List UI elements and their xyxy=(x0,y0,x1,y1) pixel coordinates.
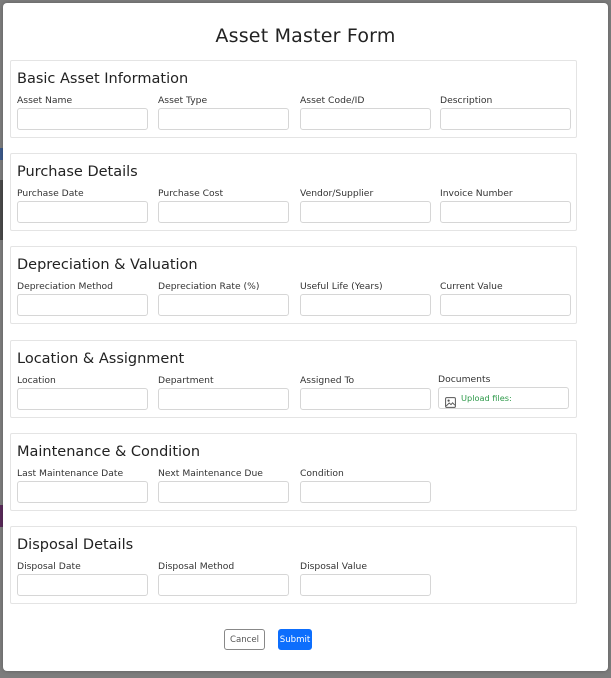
field-label: Last Maintenance Date xyxy=(17,468,124,479)
upload-files-label: Upload files: xyxy=(461,393,512,403)
section-basic-asset-information: Basic Asset Information Asset Name Asset… xyxy=(10,60,577,138)
field-label: Description xyxy=(440,95,493,106)
field-label: Current Value xyxy=(440,281,503,292)
field-documents: Documents Upload files: xyxy=(438,374,572,409)
asset-type-input[interactable] xyxy=(158,108,289,130)
modal-title: Asset Master Form xyxy=(215,25,396,47)
field-next-maintenance-due: Next Maintenance Due xyxy=(158,468,290,503)
field-invoice-number: Invoice Number xyxy=(440,188,572,223)
field-label: Location xyxy=(17,375,56,386)
depreciation-rate-input[interactable] xyxy=(158,294,289,316)
submit-button[interactable]: Submit xyxy=(278,629,312,650)
section-depreciation-valuation: Depreciation & Valuation Depreciation Me… xyxy=(10,246,577,324)
field-label: Useful Life (Years) xyxy=(300,281,383,292)
field-label: Invoice Number xyxy=(440,188,513,199)
depreciation-method-input[interactable] xyxy=(17,294,148,316)
field-label: Next Maintenance Due xyxy=(158,468,263,479)
field-asset-name: Asset Name xyxy=(17,95,149,130)
field-label: Disposal Method xyxy=(158,561,235,572)
condition-input[interactable] xyxy=(300,481,431,503)
asset-code-input[interactable] xyxy=(300,108,431,130)
field-label: Asset Code/ID xyxy=(300,95,365,106)
section-disposal-details: Disposal Details Disposal Date Disposal … xyxy=(10,526,577,604)
field-vendor-supplier: Vendor/Supplier xyxy=(300,188,432,223)
field-department: Department xyxy=(158,375,290,410)
cancel-button[interactable]: Cancel xyxy=(224,629,265,650)
field-label: Condition xyxy=(300,468,344,479)
field-purchase-date: Purchase Date xyxy=(17,188,149,223)
useful-life-input[interactable] xyxy=(300,294,431,316)
section-title: Depreciation & Valuation xyxy=(17,257,198,273)
field-useful-life: Useful Life (Years) xyxy=(300,281,432,316)
field-label: Asset Name xyxy=(17,95,73,106)
disposal-value-input[interactable] xyxy=(300,574,431,596)
section-maintenance-condition: Maintenance & Condition Last Maintenance… xyxy=(10,433,577,511)
image-icon xyxy=(445,393,456,408)
department-input[interactable] xyxy=(158,388,289,410)
field-description: Description xyxy=(440,95,572,130)
field-depreciation-rate: Depreciation Rate (%) xyxy=(158,281,290,316)
field-label: Purchase Date xyxy=(17,188,84,199)
last-maintenance-date-input[interactable] xyxy=(17,481,148,503)
section-title: Disposal Details xyxy=(17,537,134,553)
section-title: Maintenance & Condition xyxy=(17,444,201,460)
field-label: Vendor/Supplier xyxy=(300,188,374,199)
field-disposal-method: Disposal Method xyxy=(158,561,290,596)
field-label: Documents xyxy=(438,374,491,385)
assigned-to-input[interactable] xyxy=(300,388,431,410)
field-label: Disposal Value xyxy=(300,561,367,572)
location-input[interactable] xyxy=(17,388,148,410)
field-label: Assigned To xyxy=(300,375,355,386)
disposal-date-input[interactable] xyxy=(17,574,148,596)
invoice-number-input[interactable] xyxy=(440,201,571,223)
field-label: Purchase Cost xyxy=(158,188,224,199)
field-asset-type: Asset Type xyxy=(158,95,290,130)
field-depreciation-method: Depreciation Method xyxy=(17,281,149,316)
asset-name-input[interactable] xyxy=(17,108,148,130)
section-purchase-details: Purchase Details Purchase Date Purchase … xyxy=(10,153,577,231)
asset-master-modal: Asset Master Form Basic Asset Informatio… xyxy=(3,3,608,671)
purchase-date-input[interactable] xyxy=(17,201,148,223)
field-current-value: Current Value xyxy=(440,281,572,316)
field-label: Asset Type xyxy=(158,95,208,106)
current-value-input[interactable] xyxy=(440,294,571,316)
section-title: Purchase Details xyxy=(17,164,138,180)
field-asset-code: Asset Code/ID xyxy=(300,95,432,130)
field-condition: Condition xyxy=(300,468,432,503)
field-label: Depreciation Method xyxy=(17,281,113,292)
vendor-supplier-input[interactable] xyxy=(300,201,431,223)
field-label: Depreciation Rate (%) xyxy=(158,281,260,292)
field-last-maintenance-date: Last Maintenance Date xyxy=(17,468,149,503)
field-disposal-value: Disposal Value xyxy=(300,561,432,596)
next-maintenance-due-input[interactable] xyxy=(158,481,289,503)
section-title: Basic Asset Information xyxy=(17,71,189,87)
disposal-method-input[interactable] xyxy=(158,574,289,596)
upload-files-button[interactable]: Upload files: xyxy=(438,387,569,409)
section-title: Location & Assignment xyxy=(17,351,185,367)
field-label: Department xyxy=(158,375,214,386)
field-assigned-to: Assigned To xyxy=(300,375,432,410)
field-disposal-date: Disposal Date xyxy=(17,561,149,596)
field-location: Location xyxy=(17,375,149,410)
field-label: Disposal Date xyxy=(17,561,81,572)
description-input[interactable] xyxy=(440,108,571,130)
purchase-cost-input[interactable] xyxy=(158,201,289,223)
section-location-assignment: Location & Assignment Location Departmen… xyxy=(10,340,577,418)
field-purchase-cost: Purchase Cost xyxy=(158,188,290,223)
